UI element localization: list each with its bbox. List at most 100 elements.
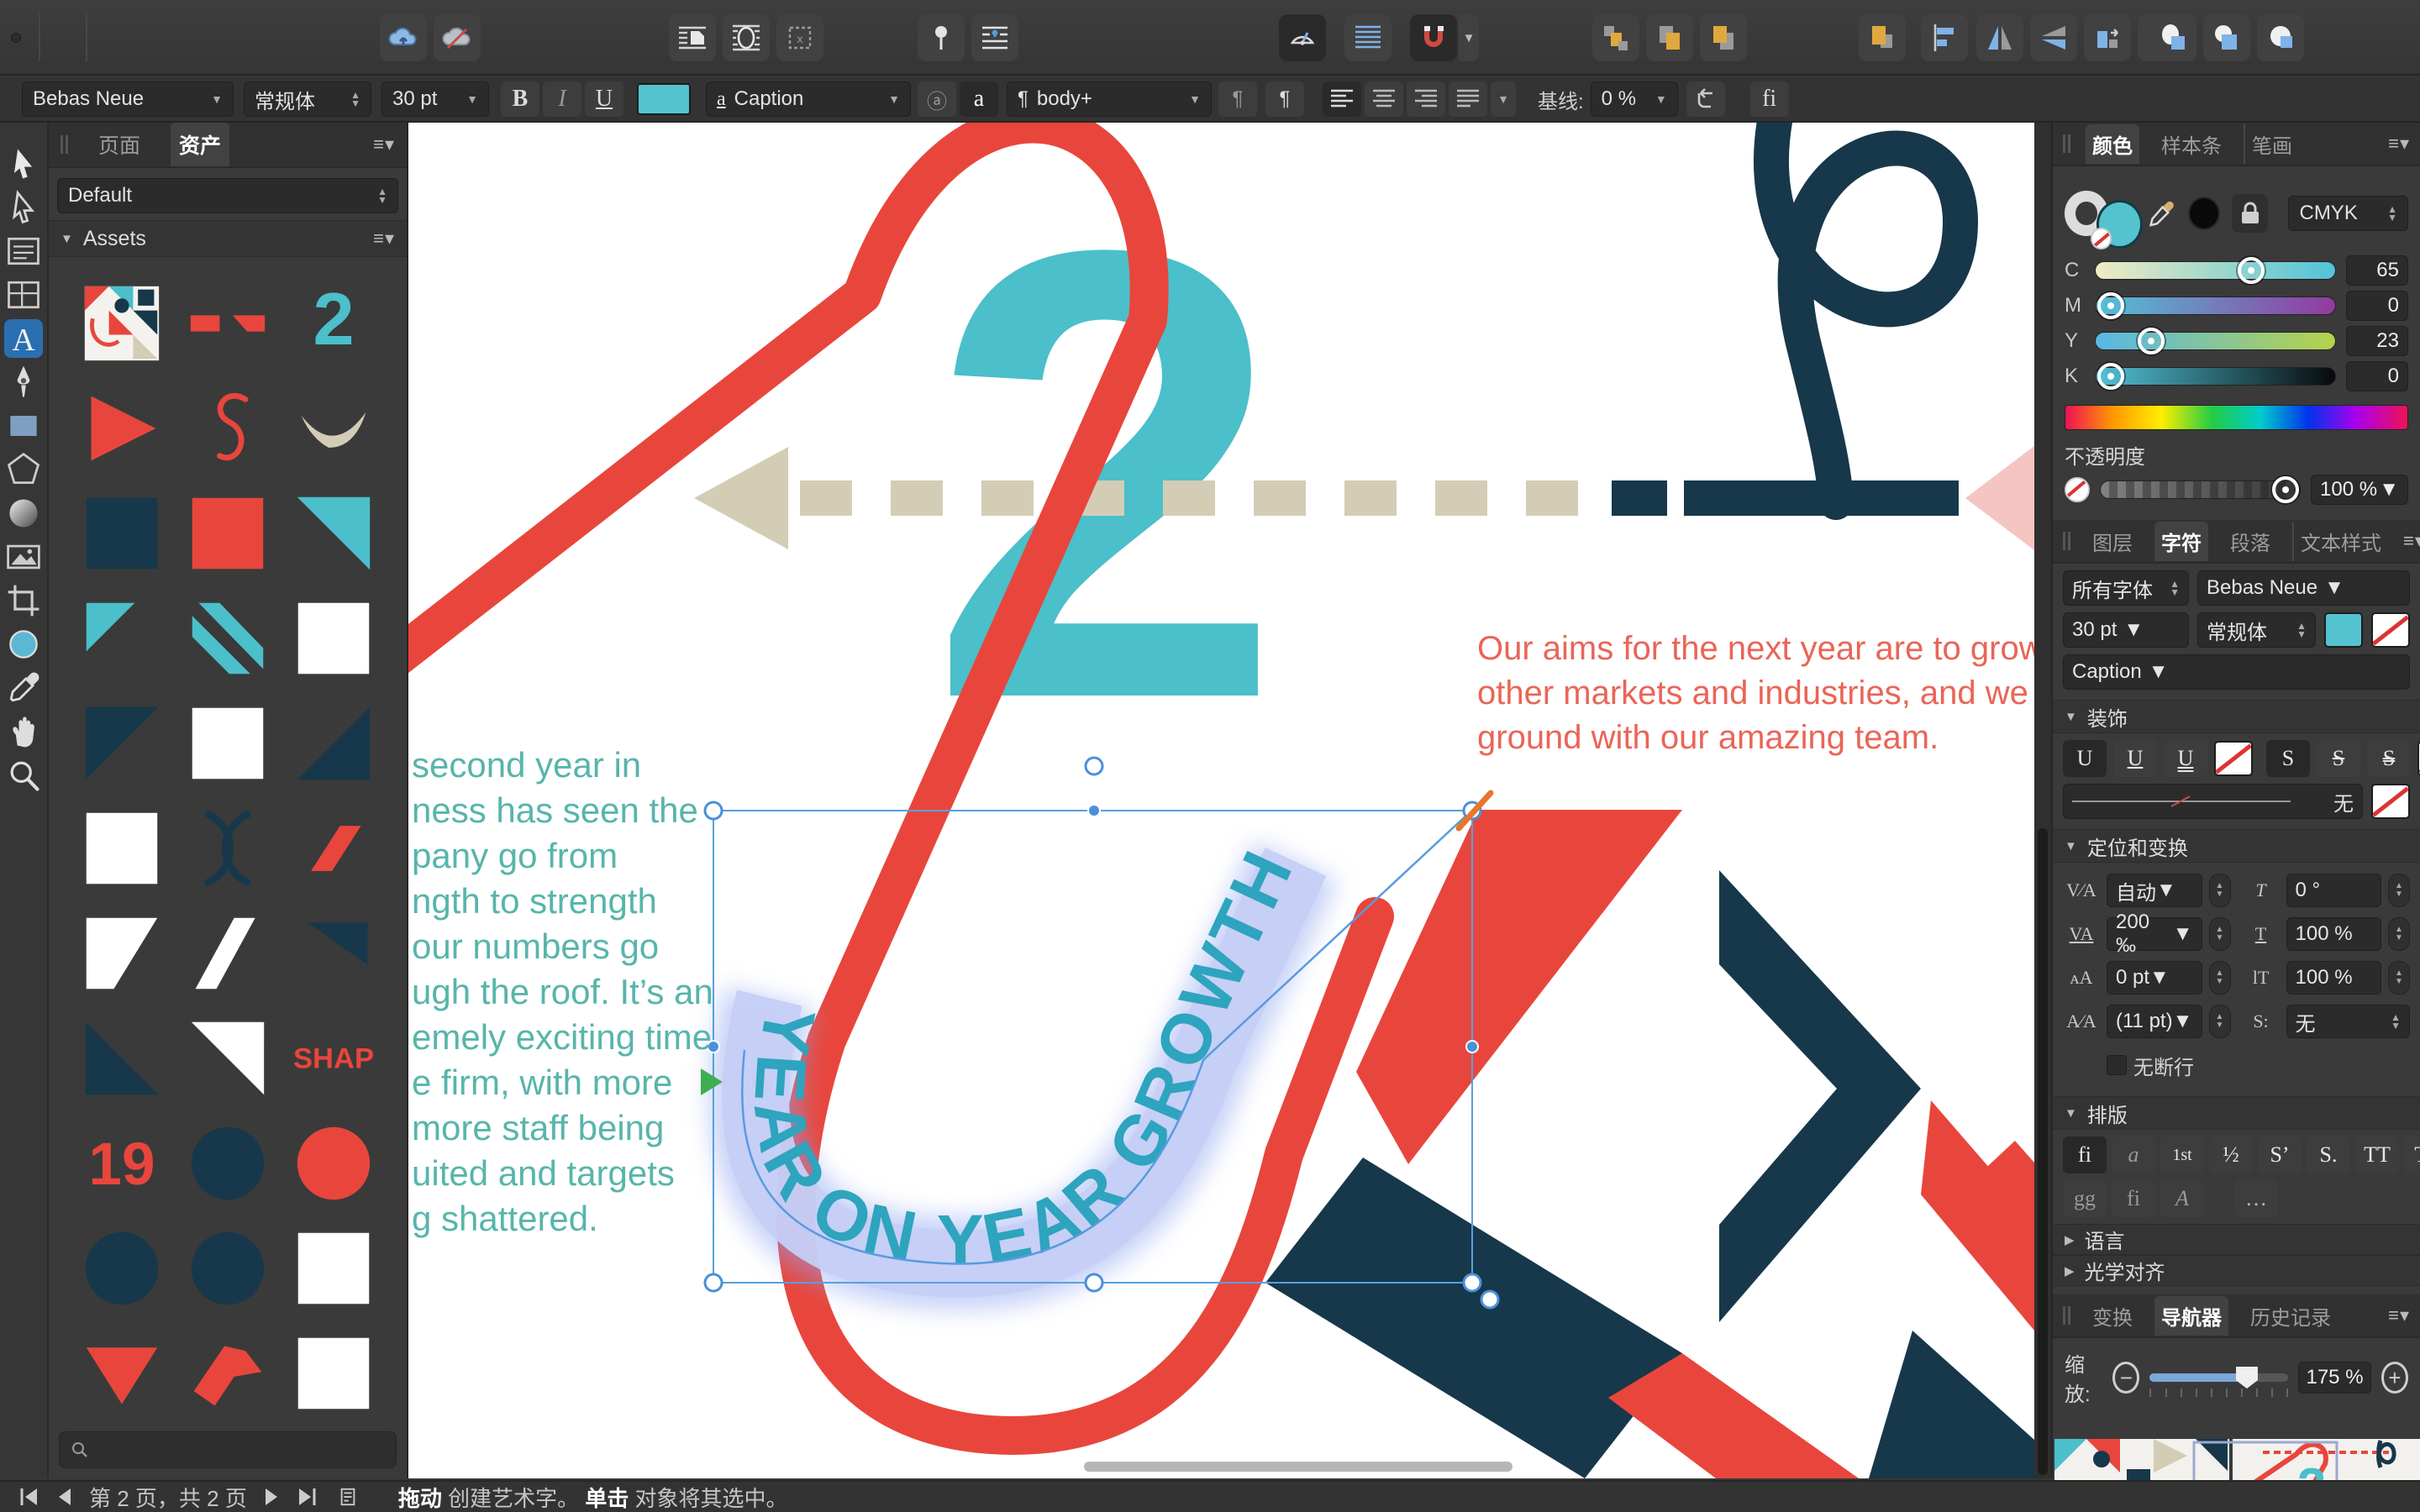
kerning-select[interactable]: 自动▼ [2107, 874, 2202, 907]
lock-icon[interactable] [2232, 194, 2268, 233]
zoom-tool[interactable] [4, 756, 43, 795]
preflight-button[interactable] [1279, 14, 1326, 61]
zoom-out-button[interactable]: − [2112, 1362, 2139, 1394]
asset-collage[interactable] [80, 281, 164, 365]
back-one-button[interactable] [1646, 14, 1693, 61]
pin-object-button[interactable] [918, 14, 965, 61]
zoom-slider-handle[interactable] [2236, 1367, 2258, 1389]
fractions-button[interactable]: ½ [2209, 1137, 2253, 1173]
asset-square[interactable] [186, 701, 270, 785]
flip-vertical-button[interactable] [2030, 14, 2077, 61]
asset-parallelogram[interactable] [292, 806, 376, 890]
assets-section-header[interactable]: ▼ Assets ≡▾ [49, 220, 407, 257]
stepper[interactable]: ▲▼ [2209, 961, 2231, 995]
more-typography-button[interactable]: … [2234, 1180, 2278, 1217]
align-more-dropdown[interactable]: ▼ [1491, 81, 1516, 117]
boolean-add-button[interactable] [2149, 14, 2196, 61]
tab-color[interactable]: 颜色 [2086, 124, 2139, 164]
leading-select[interactable]: (11 pt)▼ [2107, 1005, 2202, 1038]
no-fill-icon[interactable] [2065, 477, 2090, 502]
char-style-reset-button[interactable]: ⓐ [918, 81, 956, 117]
black-slider[interactable] [2095, 367, 2336, 386]
dashed-arrow-head[interactable] [694, 447, 788, 549]
font-size-select[interactable]: 30 pt▼ [381, 81, 489, 117]
left-text-column[interactable]: second year inness has seen thepany go f… [412, 652, 713, 1332]
move-to-back-button[interactable] [1592, 14, 1639, 61]
text-wrap-tight-button[interactable] [669, 14, 716, 61]
selection-handle[interactable] [1481, 1291, 1498, 1308]
asset-square[interactable] [186, 491, 270, 575]
underline-button[interactable]: U [585, 81, 623, 117]
stepper[interactable]: ▲▼ [2388, 874, 2410, 907]
asset-triangle[interactable] [80, 1331, 164, 1415]
tab-transform[interactable]: 变换 [2086, 1296, 2139, 1336]
italic-button[interactable]: I [543, 81, 581, 117]
asset-square[interactable] [292, 1226, 376, 1310]
picked-color-swatch[interactable] [2188, 197, 2220, 230]
tab-layers[interactable]: 图层 [2086, 522, 2139, 561]
slider-handle[interactable] [2097, 292, 2124, 319]
tab-pages[interactable]: 页面 [90, 123, 149, 166]
font-size-select[interactable]: 30 pt▼ [2063, 612, 2189, 648]
vertical-scrollbar[interactable] [2038, 828, 2048, 1475]
app-icon-designer[interactable] [59, 34, 67, 42]
right-text-paragraph[interactable]: Our aims for the next year are to grow e… [1477, 627, 2034, 760]
asset-shape[interactable] [80, 911, 164, 995]
stepper[interactable]: ▲▼ [2209, 917, 2231, 951]
assets-menu-icon[interactable]: ≡▾ [373, 228, 395, 249]
baseline-grid-button[interactable] [1344, 14, 1392, 61]
subscript-button[interactable]: S. [2307, 1137, 2350, 1173]
asset-square[interactable] [80, 806, 164, 890]
asset-square[interactable] [80, 491, 164, 575]
char-style-apply-button[interactable]: a [960, 81, 998, 117]
forward-one-button[interactable] [1700, 14, 1747, 61]
stepper[interactable]: ▲▼ [2209, 874, 2231, 907]
text-wrap-ellipse-button[interactable] [723, 14, 770, 61]
asset-triangle[interactable] [80, 596, 164, 680]
panel-menu-icon[interactable]: ≡▾ [373, 134, 395, 155]
tab-assets[interactable]: 资产 [171, 123, 229, 166]
font-scope-select[interactable]: 所有字体▲▼ [2063, 570, 2189, 606]
alignment-button[interactable] [1921, 14, 1968, 61]
yellow-value[interactable]: 23 [2346, 326, 2408, 356]
tab-text-styles[interactable]: 文本样式 [2292, 522, 2388, 561]
ligatures-button[interactable]: fi [2063, 1137, 2107, 1173]
asset-shape[interactable] [186, 1331, 270, 1415]
previous-page-button[interactable] [54, 1486, 76, 1508]
asset-curves[interactable] [186, 806, 270, 890]
page-view-icon[interactable] [338, 1487, 358, 1507]
selection-handle[interactable] [1088, 805, 1100, 816]
asset-category-select[interactable]: Default▲▼ [57, 178, 398, 213]
align-left-button[interactable] [1323, 81, 1361, 117]
last-page-button[interactable] [296, 1486, 318, 1508]
magenta-slider[interactable] [2095, 297, 2336, 315]
character-style-select[interactable]: aCaption▼ [706, 81, 911, 117]
selection-handle[interactable] [1086, 1274, 1102, 1291]
bold-button[interactable]: B [501, 81, 539, 117]
discretionary-ligatures-button[interactable]: fi [2112, 1180, 2155, 1217]
no-break-checkbox[interactable] [2107, 1055, 2127, 1075]
boolean-subtract-button[interactable] [2203, 14, 2250, 61]
zoom-slider[interactable] [2149, 1373, 2288, 1382]
asset-triangle[interactable] [80, 701, 164, 785]
black-value[interactable]: 0 [2346, 361, 2408, 391]
slider-handle[interactable] [2097, 363, 2124, 390]
paragraph-style-select[interactable]: ¶body+▼ [1007, 81, 1212, 117]
alt-glyphs-button[interactable]: gg [2063, 1180, 2107, 1217]
para-style-reset-button[interactable]: ¶ [1218, 81, 1257, 117]
stepper[interactable]: ▲▼ [2209, 1005, 2231, 1038]
decorations-header[interactable]: ▼装饰 [2053, 700, 2420, 733]
snapping-dropdown[interactable]: ▼ [1459, 14, 1479, 61]
tab-paragraph[interactable]: 段落 [2223, 522, 2277, 561]
line-color-swatch[interactable] [2371, 784, 2410, 819]
asset-circle[interactable] [80, 1226, 164, 1310]
underline-single-button[interactable]: U [2113, 740, 2157, 777]
selection-handle[interactable] [1466, 1041, 1478, 1053]
asset-circle[interactable] [292, 1121, 376, 1205]
strike-none-button[interactable]: S [2266, 740, 2310, 777]
rotation-handle[interactable] [1086, 758, 1102, 774]
tracking-select[interactable]: 200 ‰▼ [2107, 917, 2202, 951]
text-wrap-none-button[interactable]: x [776, 14, 823, 61]
swash-button[interactable]: A [2160, 1180, 2204, 1217]
baseline-shift-select[interactable]: 0 pt▼ [2107, 961, 2202, 995]
